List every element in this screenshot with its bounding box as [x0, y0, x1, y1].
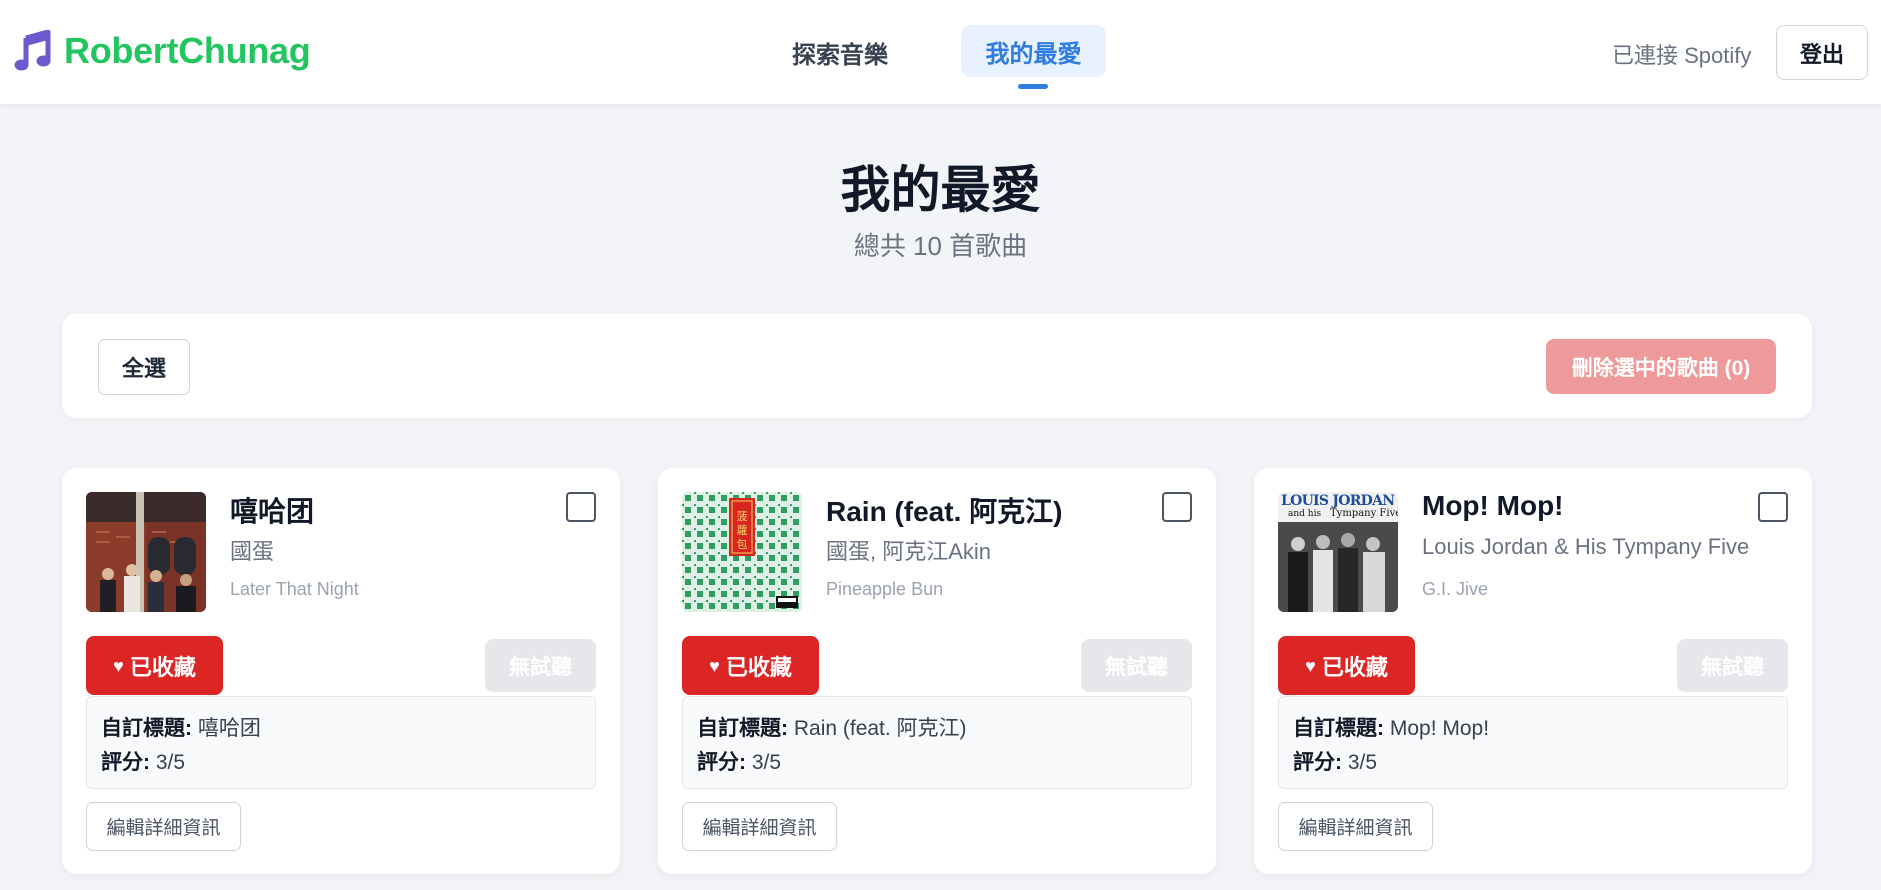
svg-text:菠: 菠: [737, 510, 748, 523]
select-checkbox[interactable]: [1162, 492, 1192, 522]
heart-icon: ♥: [1305, 655, 1316, 676]
song-title: Mop! Mop!: [1422, 490, 1564, 521]
no-preview-button: 無試聽: [1081, 639, 1192, 692]
custom-title-label: 自訂標題:: [697, 717, 788, 740]
custom-info-box: 自訂標題: Rain (feat. 阿克江) 評分: 3/5: [682, 696, 1192, 789]
song-album: Later That Night: [230, 579, 359, 599]
song-album: Pineapple Bun: [826, 579, 944, 599]
custom-info-box: 自訂標題: 嘻哈团 評分: 3/5: [86, 696, 596, 789]
favorited-button[interactable]: ♥ 已收藏: [1278, 636, 1415, 695]
custom-title-value: 嘻哈团: [197, 717, 261, 740]
svg-text:蘿: 蘿: [737, 524, 748, 537]
rating-label: 評分:: [101, 751, 150, 774]
logout-button[interactable]: 登出: [1776, 25, 1868, 80]
custom-title-line: 自訂標題: Rain (feat. 阿克江): [697, 712, 967, 742]
no-preview-button: 無試聽: [485, 639, 596, 692]
song-count: 總共 10 首歌曲: [853, 231, 1028, 261]
svg-text:and his: and his: [1288, 509, 1321, 519]
favorited-button[interactable]: ♥ 已收藏: [86, 636, 223, 695]
page-title: 我的最愛: [840, 162, 1041, 218]
svg-text:Tympany Five: Tympany Five: [1330, 508, 1398, 519]
heart-icon: ♥: [709, 655, 720, 676]
rating-line: 評分: 3/5: [1293, 746, 1377, 776]
custom-title-label: 自訂標題:: [1293, 717, 1384, 740]
spotify-status: 已連接 Spotify: [1612, 43, 1752, 68]
song-title: Rain (feat. 阿克江): [826, 496, 1063, 527]
nav-tab-favorites[interactable]: 我的最愛: [961, 25, 1106, 77]
song-artist: 國蛋: [230, 539, 275, 564]
nav-tab-explore[interactable]: 探索音樂: [776, 26, 904, 78]
custom-title-value: Rain (feat. 阿克江): [793, 717, 967, 740]
music-note-icon: [14, 30, 51, 71]
favorited-label: 已收藏: [129, 654, 196, 680]
custom-info-box: 自訂標題: Mop! Mop! 評分: 3/5: [1278, 696, 1788, 789]
no-preview-button: 無試聽: [1677, 639, 1788, 692]
custom-title-line: 自訂標題: 嘻哈团: [101, 712, 261, 742]
favorited-button[interactable]: ♥ 已收藏: [682, 636, 819, 695]
delete-selected-button[interactable]: 刪除選中的歌曲 (0): [1546, 339, 1776, 394]
album-cover: [86, 492, 206, 612]
brand-name: RobertChunag: [64, 30, 311, 71]
album-cover: LOUIS JORDAN and his Tympany Five: [1278, 492, 1398, 612]
select-checkbox[interactable]: [566, 492, 596, 522]
rating-value: 3/5: [155, 751, 186, 774]
select-checkbox[interactable]: [1758, 492, 1788, 522]
selection-toolbar: 全選 刪除選中的歌曲 (0): [62, 314, 1812, 418]
select-all-button[interactable]: 全選: [98, 339, 190, 395]
active-tab-indicator: [1018, 84, 1048, 89]
song-card: LOUIS JORDAN and his Tympany Five Mop! M…: [1254, 468, 1812, 874]
song-card: 菠 蘿 包 Rain (feat. 阿克江) 國蛋, 阿克江Akin Pinea…: [658, 468, 1216, 874]
song-title: 嘻哈团: [230, 496, 315, 527]
brand-logo[interactable]: RobertChunag: [14, 30, 311, 72]
edit-details-button[interactable]: 編輯詳細資訊: [682, 802, 837, 851]
rating-line: 評分: 3/5: [697, 746, 781, 776]
favorited-label: 已收藏: [725, 654, 792, 680]
rating-value: 3/5: [1347, 751, 1378, 774]
svg-text:包: 包: [737, 538, 748, 551]
song-album: G.I. Jive: [1422, 579, 1489, 599]
edit-details-button[interactable]: 編輯詳細資訊: [1278, 802, 1433, 851]
rating-value: 3/5: [751, 751, 782, 774]
svg-text:LOUIS JORDAN: LOUIS JORDAN: [1281, 493, 1395, 509]
rating-label: 評分:: [1293, 751, 1342, 774]
top-nav-bar: RobertChunag 探索音樂 我的最愛 已連接 Spotify 登出: [0, 0, 1881, 104]
custom-title-label: 自訂標題:: [101, 717, 192, 740]
custom-title-line: 自訂標題: Mop! Mop!: [1293, 712, 1489, 742]
album-cover: 菠 蘿 包: [682, 492, 802, 612]
custom-title-value: Mop! Mop!: [1389, 717, 1490, 740]
edit-details-button[interactable]: 編輯詳細資訊: [86, 802, 241, 851]
song-artist: Louis Jordan & His Tympany Five: [1422, 534, 1750, 559]
song-artist: 國蛋, 阿克江Akin: [826, 539, 992, 564]
song-card: 嘻哈团 國蛋 Later That Night ♥ 已收藏 無試聽 自訂標題: …: [62, 468, 620, 874]
heart-icon: ♥: [113, 655, 124, 676]
rating-label: 評分:: [697, 751, 746, 774]
favorited-label: 已收藏: [1321, 654, 1388, 680]
rating-line: 評分: 3/5: [101, 746, 185, 776]
